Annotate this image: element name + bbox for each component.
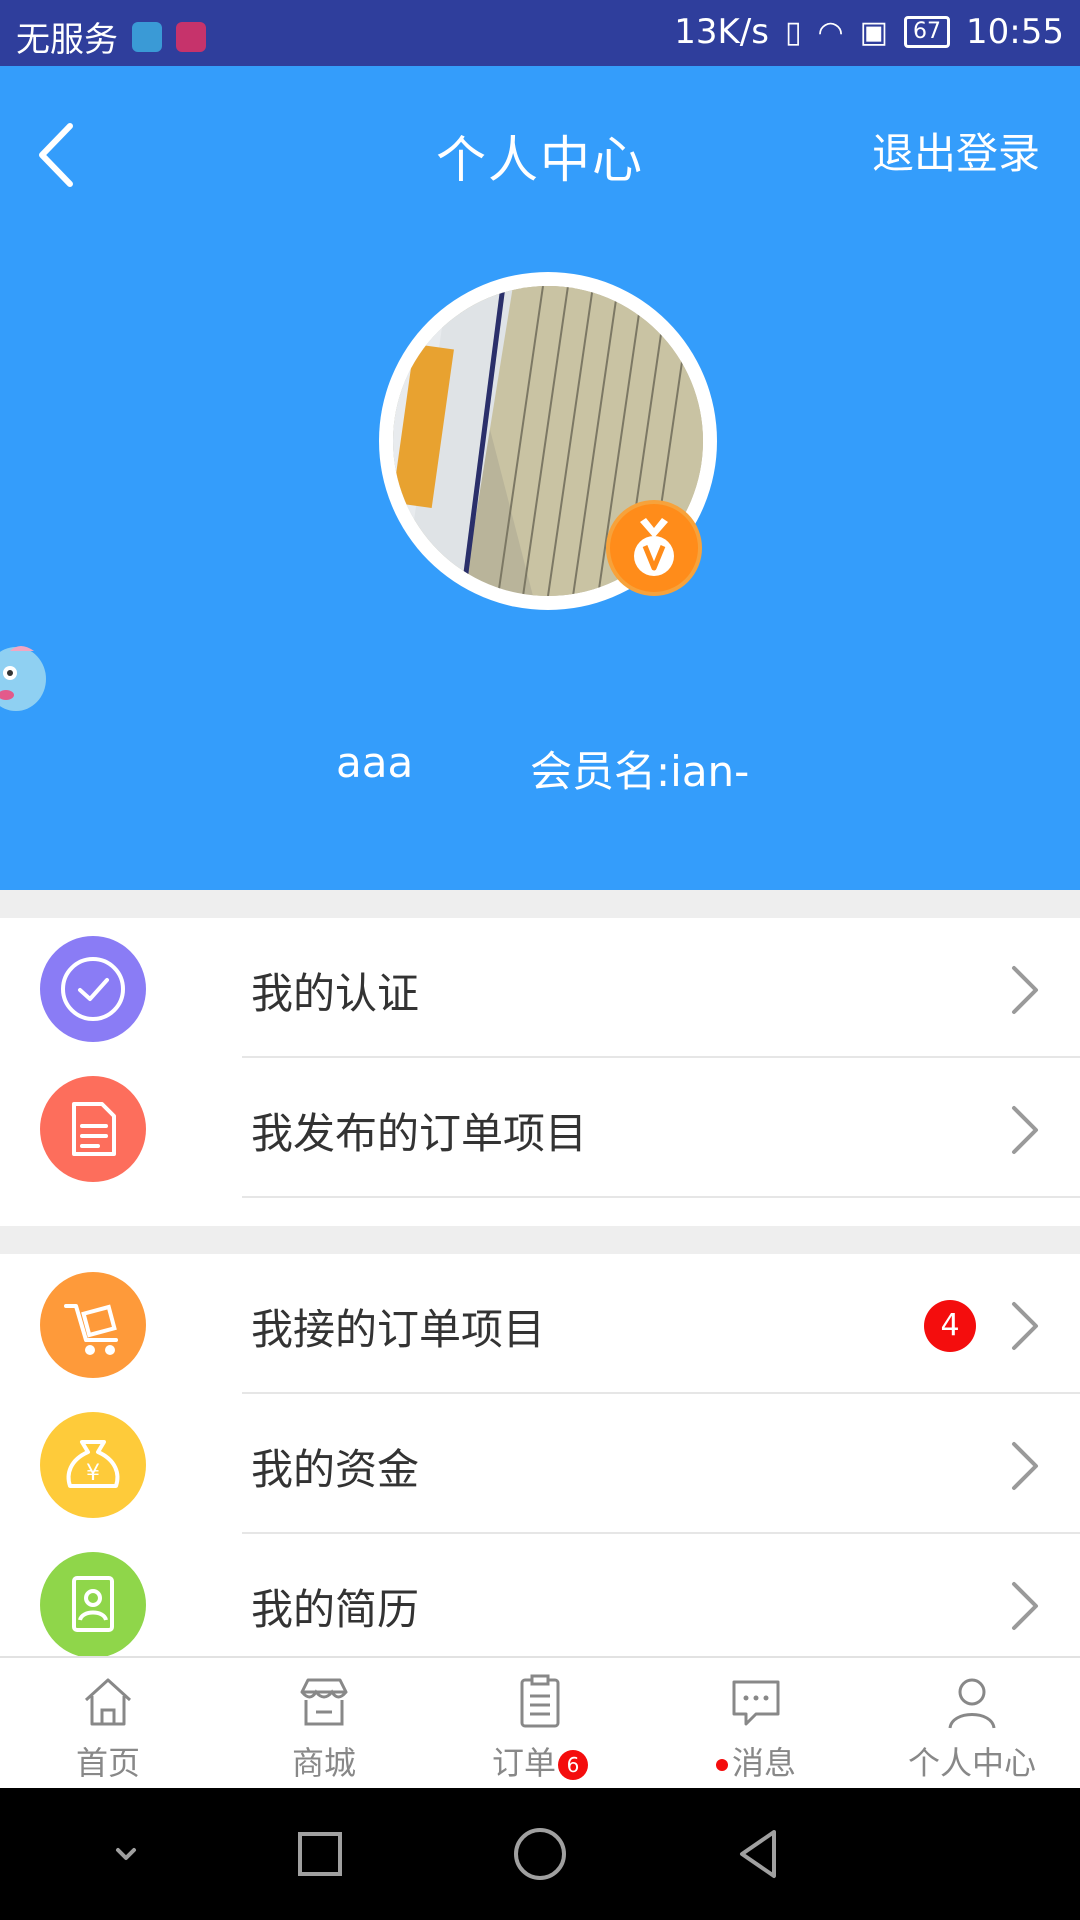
group-padding (0, 1198, 1080, 1226)
home-nav-icon[interactable] (508, 1822, 572, 1886)
tab-badge: 6 (558, 1750, 588, 1780)
group-separator (0, 1226, 1080, 1254)
group-separator (0, 890, 1080, 918)
store-icon (300, 1678, 348, 1726)
tab-label: 订单 6 (432, 1738, 648, 1784)
person-icon (948, 1678, 996, 1729)
chevron-right-icon (1012, 1442, 1038, 1490)
battery-icon: 67 (904, 16, 951, 48)
tab-store[interactable]: 商城 (216, 1658, 432, 1788)
vip-medal-icon (606, 500, 702, 596)
home-icon (84, 1678, 132, 1726)
tab-label: 首页 (75, 1744, 140, 1782)
chevron-right-icon (1012, 1302, 1038, 1350)
menu-item-resume[interactable]: 我的简历 (0, 1534, 1080, 1674)
nickname: aaa (336, 738, 414, 787)
tab-label: 个人中心 (907, 1744, 1036, 1782)
tab-messages[interactable]: 消息 (648, 1658, 864, 1788)
tab-label: 消息 (648, 1738, 864, 1784)
menu-item-published-orders[interactable]: 我发布的订单项目 (0, 1058, 1080, 1198)
vibrate-icon: ▯ (784, 14, 802, 50)
menu-item-label: 我的简历 (251, 1585, 420, 1634)
menu-item-funds[interactable]: ¥ 我的资金 (0, 1394, 1080, 1534)
profile-header: 个人中心 退出登录 aaa 会员名:ian- (0, 66, 1080, 890)
recent-apps-icon[interactable] (288, 1822, 352, 1886)
status-bar: 无服务 13K/s ▯ ◠ ▣ 67 10:55 (0, 0, 1080, 66)
hide-keyboard-icon[interactable] (94, 1822, 158, 1886)
wifi-icon: ◠ (817, 14, 844, 50)
back-nav-icon[interactable] (728, 1822, 792, 1886)
message-icon (732, 1680, 780, 1726)
clock: 10:55 (966, 12, 1064, 52)
app-notification-icon (132, 21, 162, 52)
logout-button[interactable]: 退出登录 (872, 120, 1040, 181)
resume-icon (40, 1552, 146, 1658)
tab-profile[interactable]: 个人中心 (864, 1658, 1080, 1788)
count-badge: 4 (924, 1300, 976, 1352)
chevron-right-icon (1012, 966, 1038, 1014)
document-icon (40, 1076, 146, 1182)
order-icon (520, 1674, 560, 1728)
menu-item-label: 我的认证 (251, 969, 420, 1018)
unread-dot (715, 1759, 728, 1771)
carrier-text: 无服务 (16, 20, 118, 60)
menu-item-label: 我接的订单项目 (251, 1305, 546, 1354)
check-circle-icon (40, 936, 146, 1042)
chevron-right-icon (1012, 1582, 1038, 1630)
status-right: 13K/s ▯ ◠ ▣ 67 10:55 (674, 12, 1064, 52)
svg-text:¥: ¥ (86, 1461, 100, 1486)
status-left: 无服务 (16, 12, 206, 61)
tab-orders[interactable]: 订单 6 (432, 1658, 648, 1788)
sim-icon: ▣ (859, 14, 889, 50)
chevron-right-icon (1012, 1106, 1038, 1154)
cart-icon (40, 1272, 146, 1378)
tab-home[interactable]: 首页 (0, 1658, 216, 1788)
menu-item-label: 我发布的订单项目 (251, 1109, 588, 1158)
tab-label: 商城 (291, 1744, 356, 1782)
system-nav-bar (0, 1788, 1080, 1920)
mascot-icon (0, 631, 60, 721)
member-name: 会员名:ian- (530, 747, 750, 796)
bottom-tab-bar: 首页 商城 订单 6 消息 个人中心 (0, 1656, 1080, 1788)
menu-item-certification[interactable]: 我的认证 (0, 918, 1080, 1058)
menu-item-label: 我的资金 (251, 1445, 420, 1494)
network-speed: 13K/s (674, 12, 769, 52)
app-notification-icon (176, 21, 206, 52)
money-bag-icon: ¥ (40, 1412, 146, 1518)
menu-item-accepted-orders[interactable]: 我接的订单项目 4 (0, 1254, 1080, 1394)
